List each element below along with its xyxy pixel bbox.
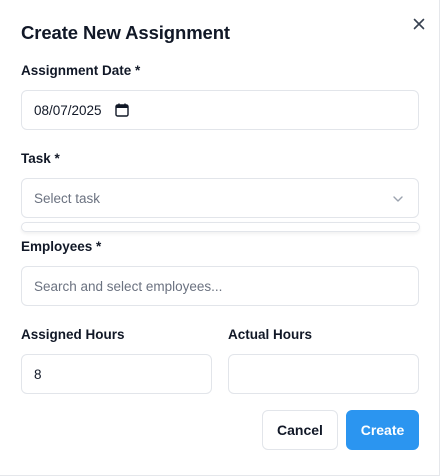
dialog-title: Create New Assignment: [21, 22, 230, 43]
assigned-hours-value: 8: [34, 366, 42, 382]
actual-hours-input[interactable]: [228, 354, 419, 394]
cancel-button[interactable]: Cancel: [262, 410, 338, 450]
chevron-down-icon: [390, 191, 406, 207]
close-button[interactable]: [409, 14, 429, 34]
actual-hours-label: Actual Hours: [228, 327, 313, 342]
create-assignment-dialog: Create New Assignment Assignment Date * …: [0, 0, 440, 476]
employees-label: Employees *: [21, 239, 102, 254]
assignment-date-value: 08/07/2025: [34, 102, 102, 118]
task-select[interactable]: Select task: [21, 178, 419, 218]
assigned-hours-label: Assigned Hours: [21, 327, 125, 342]
task-label: Task *: [21, 151, 60, 166]
close-icon: [409, 14, 429, 34]
assignment-date-label: Assignment Date *: [21, 63, 141, 78]
create-button[interactable]: Create: [346, 410, 419, 450]
assignment-date-field[interactable]: 08/07/2025: [21, 90, 419, 130]
assigned-hours-input[interactable]: 8: [21, 354, 212, 394]
employees-search-input[interactable]: Search and select employees...: [21, 266, 419, 306]
task-dropdown-panel: [21, 222, 420, 232]
task-placeholder: Select task: [34, 190, 101, 206]
employees-placeholder: Search and select employees...: [34, 278, 223, 294]
calendar-icon[interactable]: [114, 102, 130, 118]
